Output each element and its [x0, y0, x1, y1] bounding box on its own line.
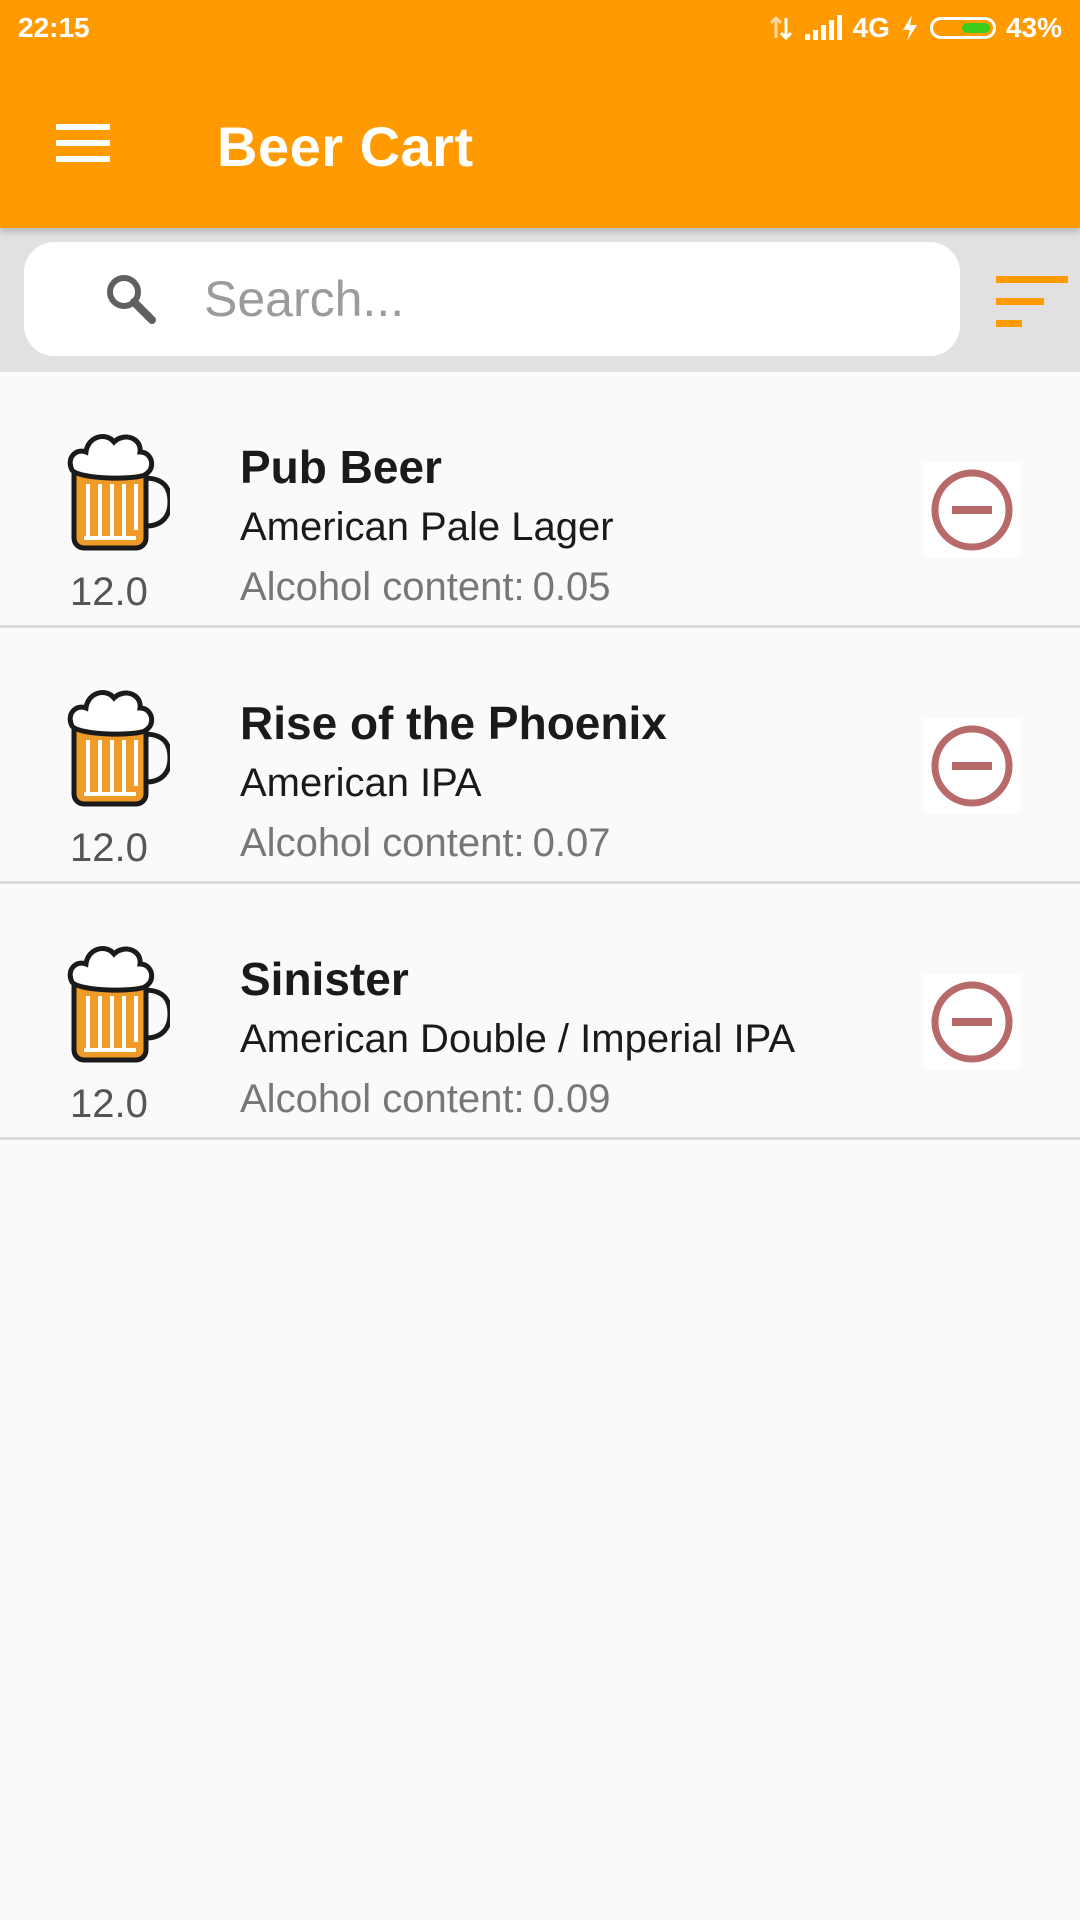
screen: 22:15 4G 43% Beer Cart Search... 12.0 Pu… [0, 0, 1080, 1920]
beer-name: Rise of the Phoenix [240, 697, 667, 749]
page-title: Beer Cart [217, 115, 474, 178]
remove-button[interactable] [924, 718, 1020, 814]
alcohol-content: Alcohol content: 0.07 [240, 821, 611, 866]
search-row [0, 228, 1080, 372]
menu-icon-bar [56, 124, 110, 130]
volume-label: 12.0 [70, 570, 148, 614]
app-bar: 22:15 4G 43% Beer Cart [0, 0, 1080, 228]
battery-icon [929, 17, 996, 39]
menu-icon-bar [56, 140, 110, 146]
search-box[interactable] [24, 242, 960, 356]
status-bar: 22:15 4G 43% [0, 0, 1080, 60]
beer-name: Pub Beer [240, 441, 442, 493]
beer-mug-icon [67, 690, 170, 807]
beer-mug-icon [67, 946, 170, 1063]
alcohol-content-value: 0.07 [532, 821, 611, 865]
sort-icon [996, 276, 1068, 327]
beer-name: Sinister [240, 953, 409, 1005]
alcohol-content-value: 0.05 [532, 565, 611, 609]
battery-level: 43% [1005, 12, 1062, 43]
list-item[interactable]: 12.0 Rise of the Phoenix American IPA Al… [0, 628, 1080, 884]
menu-button[interactable] [50, 120, 110, 170]
list-item[interactable]: 12.0 Sinister American Double / Imperial… [0, 884, 1080, 1140]
remove-circle-icon [931, 469, 1013, 551]
network-type: 4G [852, 12, 890, 43]
search-input[interactable] [202, 262, 926, 336]
volume-label: 12.0 [70, 826, 148, 870]
data-transfer-icon [769, 15, 792, 41]
alcohol-content-value: 0.09 [532, 1077, 611, 1121]
beer-mug-icon [67, 434, 170, 551]
signal-icon [804, 15, 842, 40]
remove-circle-icon [931, 725, 1013, 807]
volume-label: 12.0 [70, 1082, 148, 1126]
search-icon [107, 275, 156, 324]
alcohol-content-label: Alcohol content: [240, 821, 525, 865]
list-item[interactable]: 12.0 Pub Beer American Pale Lager Alcoho… [0, 372, 1080, 628]
status-time: 22:15 [18, 12, 90, 43]
alcohol-content-label: Alcohol content: [240, 1077, 525, 1121]
beer-style: American IPA [240, 761, 482, 805]
remove-circle-icon [931, 981, 1013, 1063]
beer-style: American Double / Imperial IPA [240, 1017, 796, 1061]
beer-style: American Pale Lager [240, 505, 614, 549]
alcohol-content: Alcohol content: 0.09 [240, 1077, 611, 1122]
alcohol-content-label: Alcohol content: [240, 565, 525, 609]
cart-list: 12.0 Pub Beer American Pale Lager Alcoho… [0, 372, 1080, 1140]
charging-icon [902, 15, 917, 41]
alcohol-content: Alcohol content: 0.05 [240, 565, 611, 610]
remove-button[interactable] [924, 462, 1020, 558]
status-icons: 4G 43% [767, 12, 1062, 44]
menu-icon-bar [56, 156, 110, 162]
remove-button[interactable] [924, 974, 1020, 1070]
sort-button[interactable] [992, 274, 1068, 330]
